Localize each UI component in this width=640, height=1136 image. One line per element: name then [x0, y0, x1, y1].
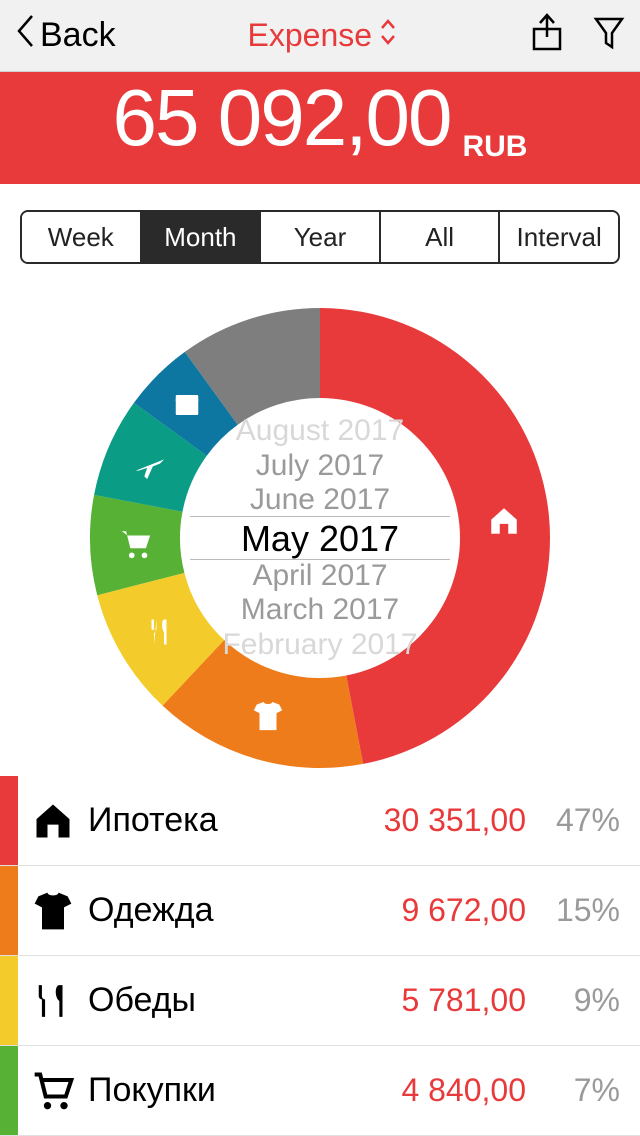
month-option[interactable]: February 2017 [200, 628, 440, 663]
category-list: Ипотека30 351,00 47% Одежда9 672,00 15% Обед… [0, 776, 640, 1136]
plane-icon [133, 448, 167, 487]
navbar: Back Expense [0, 0, 640, 72]
category-row[interactable]: Одежда9 672,00 15% [0, 866, 640, 956]
navbar-actions [530, 13, 626, 58]
category-name: Обеды [88, 981, 401, 1020]
category-row[interactable]: Покупки4 840,00 7% [0, 1046, 640, 1136]
share-icon[interactable] [530, 13, 564, 58]
donut-chart[interactable]: August 2017July 2017June 2017May 2017Apr… [0, 278, 640, 798]
category-percent: 15% [548, 892, 620, 929]
month-picker[interactable]: August 2017July 2017June 2017May 2017Apr… [200, 414, 440, 662]
category-amount: 5 781,00 [401, 982, 526, 1019]
house-icon [18, 799, 88, 843]
title-selector[interactable]: Expense [248, 17, 399, 54]
cart-icon [118, 527, 154, 566]
category-percent: 7% [548, 1072, 620, 1109]
cutlery-icon [18, 979, 88, 1023]
segment-all[interactable]: All [381, 212, 501, 262]
category-name: Ипотека [88, 801, 384, 840]
category-row[interactable]: Обеды5 781,00 9% [0, 956, 640, 1046]
month-option[interactable]: August 2017 [200, 414, 440, 449]
film-icon [172, 390, 202, 425]
segment-week[interactable]: Week [22, 212, 142, 262]
month-option[interactable]: May 2017 [200, 517, 440, 558]
segment-interval[interactable]: Interval [500, 212, 618, 262]
page-title: Expense [248, 17, 373, 54]
category-name: Одежда [88, 891, 401, 930]
cutlery-icon [144, 615, 174, 654]
tshirt-icon [18, 889, 88, 933]
category-color-bar [0, 866, 18, 955]
month-option[interactable]: July 2017 [200, 448, 440, 483]
month-option[interactable]: April 2017 [200, 559, 440, 594]
category-color-bar [0, 1046, 18, 1135]
total-amount: 65 092,00 [113, 72, 451, 164]
cart-icon [18, 1069, 88, 1113]
category-amount: 4 840,00 [401, 1072, 526, 1109]
back-label: Back [40, 16, 116, 55]
month-option[interactable]: March 2017 [200, 593, 440, 628]
category-percent: 47% [548, 802, 620, 839]
total-banner: 65 092,00 RUB [0, 72, 640, 184]
category-name: Покупки [88, 1071, 401, 1110]
tshirt-icon [251, 699, 285, 738]
filter-icon[interactable] [592, 13, 626, 58]
category-amount: 9 672,00 [401, 892, 526, 929]
month-option[interactable]: June 2017 [200, 483, 440, 518]
total-currency: RUB [462, 130, 527, 164]
category-amount: 30 351,00 [384, 802, 526, 839]
category-row[interactable]: Ипотека30 351,00 47% [0, 776, 640, 866]
house-icon [487, 504, 521, 543]
category-color-bar [0, 956, 18, 1045]
chevron-back-icon [14, 13, 36, 58]
back-button[interactable]: Back [14, 13, 116, 58]
category-percent: 9% [548, 982, 620, 1019]
segment-month[interactable]: Month [142, 212, 262, 262]
category-color-bar [0, 776, 18, 865]
segment-year[interactable]: Year [261, 212, 381, 262]
updown-icon [378, 17, 398, 54]
period-segmented: WeekMonthYearAllInterval [0, 184, 640, 264]
